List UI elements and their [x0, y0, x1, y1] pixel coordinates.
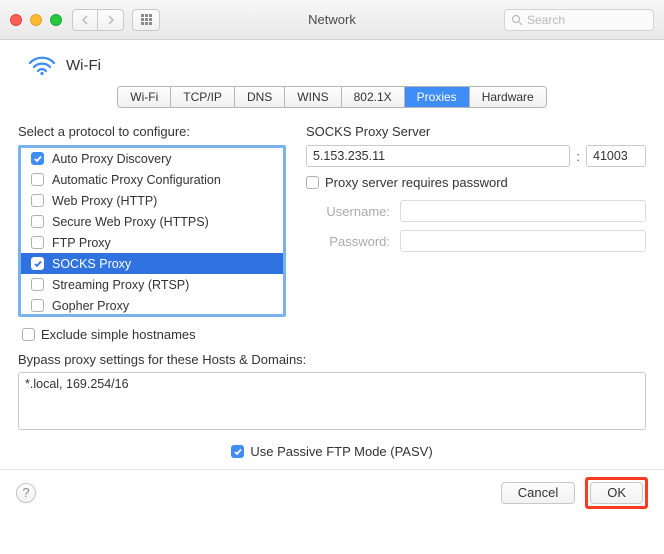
protocol-item[interactable]: FTP Proxy [21, 232, 283, 253]
requires-password-checkbox[interactable] [306, 176, 319, 189]
protocol-item[interactable]: Streaming Proxy (RTSP) [21, 274, 283, 295]
window-controls [10, 14, 62, 26]
protocol-label: Select a protocol to configure: [18, 124, 286, 139]
tab-bar: Wi-FiTCP/IPDNSWINS802.1XProxiesHardware [18, 86, 646, 108]
grid-icon [141, 14, 152, 25]
tab-dns[interactable]: DNS [235, 87, 285, 107]
forward-button[interactable] [98, 9, 124, 31]
proxy-ip-input[interactable] [306, 145, 570, 167]
bypass-label: Bypass proxy settings for these Hosts & … [18, 352, 646, 367]
ok-highlight: OK [585, 477, 648, 509]
protocol-checkbox[interactable] [31, 173, 44, 186]
tab-hardware[interactable]: Hardware [470, 87, 546, 107]
tab-802-1x[interactable]: 802.1X [342, 87, 405, 107]
close-icon[interactable] [10, 14, 22, 26]
protocol-list[interactable]: Auto Proxy Discovery Automatic Proxy Conf… [18, 145, 286, 317]
protocol-label: Gopher Proxy [52, 299, 129, 313]
username-label: Username: [306, 204, 390, 219]
protocol-item[interactable]: SOCKS Proxy [21, 253, 283, 274]
tab-wins[interactable]: WINS [285, 87, 341, 107]
content: Wi-Fi Wi-FiTCP/IPDNSWINS802.1XProxiesHar… [0, 40, 664, 469]
pane-header: Wi-Fi [18, 54, 646, 76]
protocol-checkbox[interactable] [31, 215, 44, 228]
protocol-checkbox[interactable] [31, 278, 44, 291]
titlebar: Network Search [0, 0, 664, 40]
network-preferences-window: Network Search Wi-Fi Wi-FiTCP/IPDNSWINS8… [0, 0, 664, 554]
ok-button[interactable]: OK [590, 482, 643, 504]
protocol-item[interactable]: Gopher Proxy [21, 295, 283, 316]
back-button[interactable] [72, 9, 98, 31]
protocol-label: Web Proxy (HTTP) [52, 194, 157, 208]
protocol-label: Automatic Proxy Configuration [52, 173, 221, 187]
password-input[interactable] [400, 230, 646, 252]
zoom-icon[interactable] [50, 14, 62, 26]
search-icon [511, 14, 523, 26]
passive-ftp-label: Use Passive FTP Mode (PASV) [250, 444, 432, 459]
protocol-checkbox[interactable] [31, 152, 44, 165]
requires-password-label: Proxy server requires password [325, 175, 508, 190]
protocol-label: Streaming Proxy (RTSP) [52, 278, 189, 292]
chevron-right-icon [107, 15, 115, 25]
exclude-hostnames-label: Exclude simple hostnames [41, 327, 196, 342]
window-title: Network [308, 12, 356, 27]
protocol-item[interactable]: Web Proxy (HTTP) [21, 190, 283, 211]
cancel-button[interactable]: Cancel [501, 482, 575, 504]
search-input[interactable]: Search [504, 9, 654, 31]
wifi-icon [28, 54, 56, 76]
pane-title: Wi-Fi [66, 57, 101, 74]
bypass-value: *.local, 169.254/16 [25, 377, 129, 391]
tab-proxies[interactable]: Proxies [405, 87, 470, 107]
protocol-label: SOCKS Proxy [52, 257, 131, 271]
chevron-left-icon [81, 15, 89, 25]
server-label: SOCKS Proxy Server [306, 124, 646, 139]
ip-port-separator: : [576, 149, 580, 164]
protocol-checkbox[interactable] [31, 299, 44, 312]
nav-buttons [72, 9, 124, 31]
bypass-textarea[interactable]: *.local, 169.254/16 [18, 372, 646, 430]
protocol-item[interactable]: Automatic Proxy Configuration [21, 169, 283, 190]
minimize-icon[interactable] [30, 14, 42, 26]
password-label: Password: [306, 234, 390, 249]
footer: ? Cancel OK [0, 469, 664, 515]
username-input[interactable] [400, 200, 646, 222]
protocol-checkbox[interactable] [31, 236, 44, 249]
protocol-item[interactable]: Auto Proxy Discovery [21, 148, 283, 169]
protocol-item[interactable]: Secure Web Proxy (HTTPS) [21, 211, 283, 232]
passive-ftp-checkbox[interactable] [231, 445, 244, 458]
proxy-port-input[interactable] [586, 145, 646, 167]
exclude-hostnames-checkbox[interactable] [22, 328, 35, 341]
search-placeholder: Search [527, 13, 565, 27]
protocol-label: Auto Proxy Discovery [52, 152, 171, 166]
protocol-checkbox[interactable] [31, 257, 44, 270]
show-all-button[interactable] [132, 9, 160, 31]
protocol-checkbox[interactable] [31, 194, 44, 207]
protocol-label: Secure Web Proxy (HTTPS) [52, 215, 209, 229]
tab-tcp-ip[interactable]: TCP/IP [171, 87, 235, 107]
tab-wi-fi[interactable]: Wi-Fi [118, 87, 171, 107]
help-button[interactable]: ? [16, 483, 36, 503]
protocol-label: FTP Proxy [52, 236, 111, 250]
